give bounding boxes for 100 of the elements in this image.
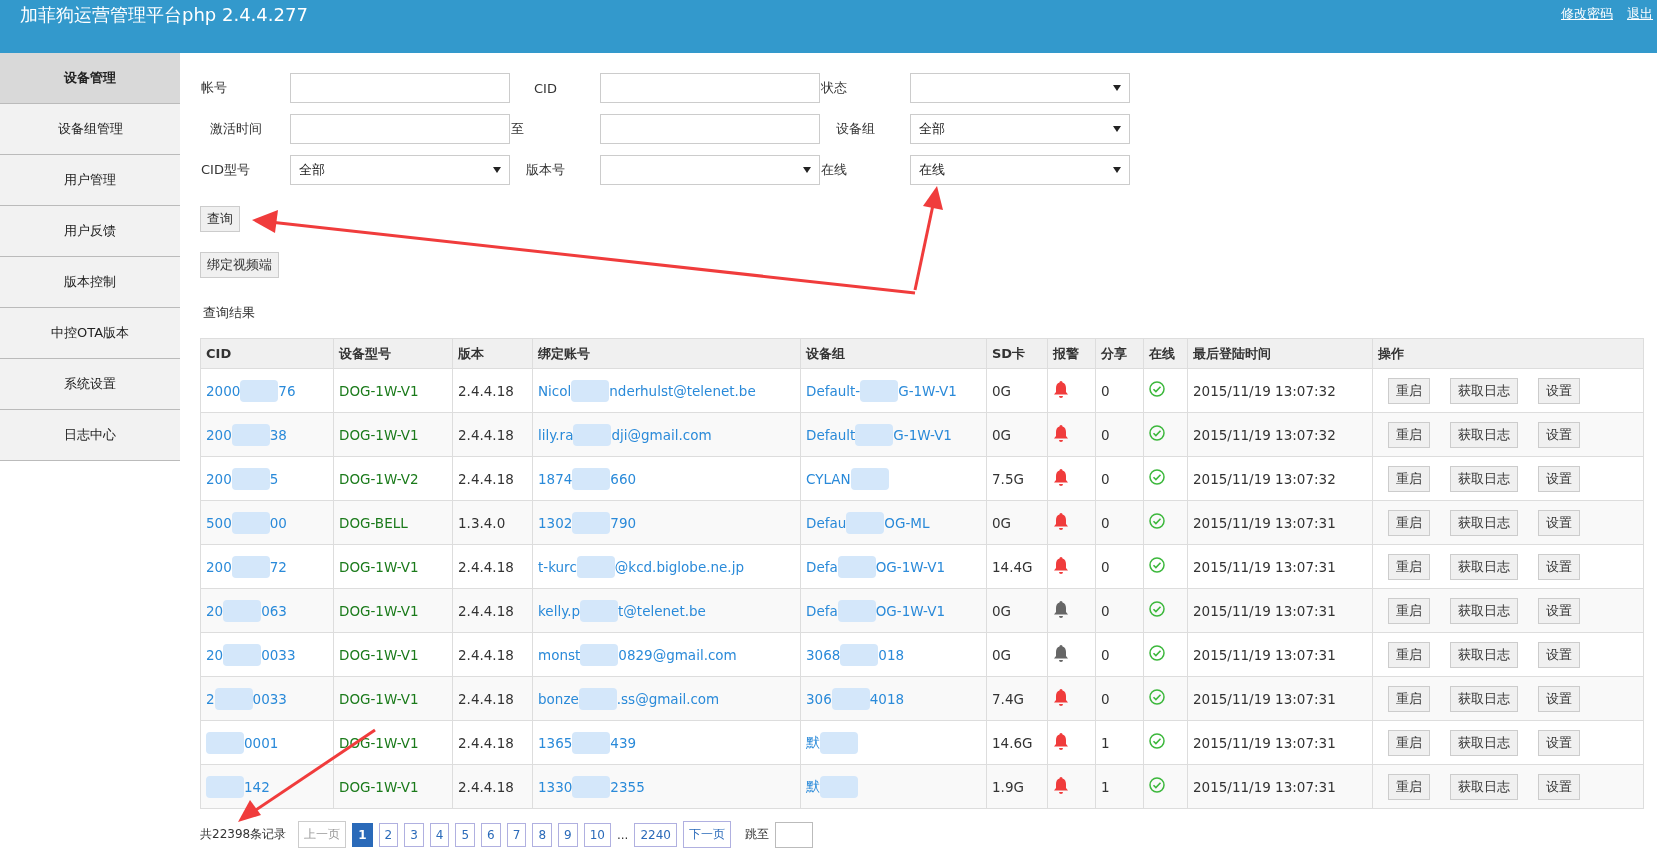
action-button[interactable]: 设置 xyxy=(1538,597,1580,624)
action-button[interactable]: 重启 xyxy=(1388,641,1430,668)
account-link[interactable]: 439 xyxy=(610,734,637,751)
account-link[interactable]: 1302 xyxy=(538,514,573,531)
header-link[interactable]: 修改密码 xyxy=(1561,5,1613,23)
action-button[interactable]: 设置 xyxy=(1538,773,1580,800)
group-link[interactable]: 3068 xyxy=(806,646,841,663)
action-button[interactable]: 获取日志 xyxy=(1450,509,1518,536)
input-field[interactable] xyxy=(290,114,510,144)
page-button[interactable]: 6 xyxy=(481,822,501,847)
group-link[interactable]: Default- xyxy=(806,382,861,399)
group-link[interactable]: Defa xyxy=(806,558,838,575)
sidebar-item[interactable]: 用户反馈 xyxy=(0,206,180,257)
page-button[interactable]: 5 xyxy=(455,822,476,847)
cid-link[interactable]: 2000 xyxy=(206,382,241,399)
page-input-field[interactable] xyxy=(774,821,813,848)
page-button[interactable]: 2 xyxy=(378,822,399,847)
cid-link[interactable]: 200 xyxy=(206,426,232,443)
page-button[interactable]: 8 xyxy=(532,822,553,847)
group-link[interactable]: OG-1W-V1 xyxy=(875,602,945,619)
account-link[interactable]: t@telenet.be xyxy=(618,602,706,619)
sidebar-item[interactable]: 系统设置 xyxy=(0,359,180,410)
account-link[interactable]: 0829@gmail.com xyxy=(618,646,737,663)
group-link[interactable]: OG-ML xyxy=(884,514,930,531)
page-button[interactable]: 2240 xyxy=(634,822,677,847)
cid-link[interactable]: 0033 xyxy=(252,690,287,707)
action-button[interactable]: 重启 xyxy=(1388,773,1430,800)
group-link[interactable]: Defau xyxy=(806,514,847,531)
account-link[interactable]: dji@gmail.com xyxy=(611,426,712,443)
dropdown[interactable]: 全部 xyxy=(290,155,510,185)
action-button[interactable]: 设置 xyxy=(1538,729,1580,756)
account-link[interactable]: t-kurc xyxy=(538,558,577,575)
cid-link[interactable]: 0001 xyxy=(244,734,279,751)
action-button[interactable]: 重启 xyxy=(1388,685,1430,712)
cid-link[interactable]: 76 xyxy=(278,382,296,399)
account-link[interactable]: @kcd.biglobe.ne.jp xyxy=(614,558,744,575)
action-button[interactable]: 重启 xyxy=(1388,597,1430,624)
page-button[interactable]: 9 xyxy=(558,822,578,847)
account-link[interactable]: 660 xyxy=(610,470,637,487)
cid-link[interactable]: 5 xyxy=(269,470,279,487)
next-page-button[interactable]: 下一页 xyxy=(682,821,731,848)
action-button[interactable]: 获取日志 xyxy=(1450,465,1518,492)
account-link[interactable]: 1330 xyxy=(538,778,573,795)
sidebar-item[interactable]: 日志中心 xyxy=(0,410,180,461)
input-field[interactable] xyxy=(290,73,510,103)
cid-link[interactable]: 500 xyxy=(206,514,232,531)
cid-link[interactable]: 0033 xyxy=(261,646,296,663)
group-link[interactable]: G-1W-V1 xyxy=(898,382,957,399)
group-link[interactable]: 018 xyxy=(878,646,905,663)
action-button[interactable]: 设置 xyxy=(1538,553,1580,580)
input-field[interactable] xyxy=(600,73,820,103)
cid-link[interactable]: 2 xyxy=(206,690,215,707)
cid-link[interactable]: 38 xyxy=(269,426,287,443)
cid-link[interactable]: 142 xyxy=(244,778,270,795)
sidebar-item[interactable]: 用户管理 xyxy=(0,155,180,206)
group-link[interactable]: Default xyxy=(806,426,856,443)
page-button[interactable]: 3 xyxy=(404,822,424,847)
account-link[interactable]: monst xyxy=(538,646,581,663)
account-link[interactable]: 1874 xyxy=(538,470,573,487)
action-button[interactable]: 重启 xyxy=(1388,421,1430,448)
sidebar-item[interactable]: 设备管理 xyxy=(0,53,180,104)
account-link[interactable]: 790 xyxy=(610,514,637,531)
cid-link[interactable]: 72 xyxy=(269,558,287,575)
action-button[interactable]: 获取日志 xyxy=(1450,729,1518,756)
sidebar-item[interactable]: 版本控制 xyxy=(0,257,180,308)
action-button[interactable]: 获取日志 xyxy=(1450,421,1518,448)
action-button[interactable]: 重启 xyxy=(1388,509,1430,536)
action-button[interactable]: 获取日志 xyxy=(1450,773,1518,800)
group-link[interactable]: 306 xyxy=(806,690,832,707)
cid-link[interactable]: 20 xyxy=(206,646,224,663)
sidebar-item[interactable]: 设备组管理 xyxy=(0,104,180,155)
action-button[interactable]: 设置 xyxy=(1538,377,1580,404)
group-link[interactable]: Defa xyxy=(806,602,838,619)
dropdown[interactable] xyxy=(910,73,1130,103)
group-link[interactable]: 4018 xyxy=(869,690,905,707)
group-link[interactable]: OG-1W-V1 xyxy=(875,558,945,575)
group-link[interactable]: 默 xyxy=(806,733,820,752)
action-button[interactable]: 获取日志 xyxy=(1450,597,1518,624)
account-link[interactable]: 2355 xyxy=(610,778,645,795)
group-link[interactable]: G-1W-V1 xyxy=(893,426,952,443)
action-button[interactable]: 设置 xyxy=(1538,509,1580,536)
page-button[interactable]: 4 xyxy=(429,822,450,847)
query-button[interactable]: 查询 xyxy=(200,206,240,232)
bind-video-button[interactable]: 绑定视频端 xyxy=(200,252,279,278)
page-button[interactable]: 10 xyxy=(583,822,611,847)
action-button[interactable]: 设置 xyxy=(1538,641,1580,668)
page-button[interactable]: 7 xyxy=(506,822,527,847)
account-link[interactable]: .ss@gmail.com xyxy=(616,690,720,707)
input-field[interactable] xyxy=(600,114,820,144)
account-link[interactable]: 1365 xyxy=(538,734,573,751)
action-button[interactable]: 获取日志 xyxy=(1450,377,1518,404)
account-link[interactable]: nderhulst@telenet.be xyxy=(609,382,756,399)
action-button[interactable]: 获取日志 xyxy=(1450,553,1518,580)
cid-link[interactable]: 200 xyxy=(206,558,232,575)
action-button[interactable]: 重启 xyxy=(1388,465,1430,492)
sidebar-item[interactable]: 中控OTA版本 xyxy=(0,308,180,359)
action-button[interactable]: 获取日志 xyxy=(1450,685,1518,712)
dropdown[interactable]: 在线 xyxy=(910,155,1130,185)
action-button[interactable]: 设置 xyxy=(1538,465,1580,492)
group-link[interactable]: 默 xyxy=(806,777,820,796)
